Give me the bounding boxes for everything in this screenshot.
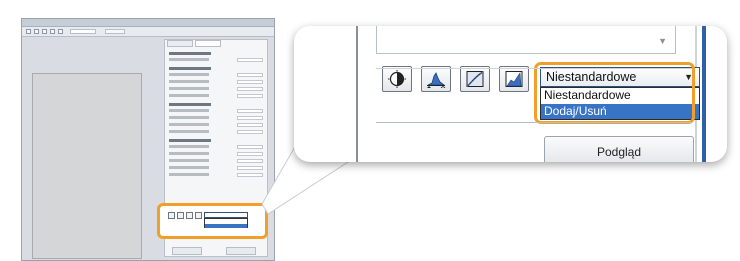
toolbar-field[interactable] bbox=[105, 29, 125, 34]
setting-label bbox=[169, 123, 209, 126]
section-divider bbox=[376, 122, 692, 123]
setting-label bbox=[169, 130, 209, 133]
panel-edge bbox=[356, 26, 358, 162]
toolbar-button[interactable] bbox=[50, 29, 55, 34]
setting-value[interactable] bbox=[237, 109, 263, 113]
setting-label bbox=[169, 80, 209, 83]
preview-button-label: Podgląd bbox=[596, 145, 642, 159]
mini-scan-button[interactable] bbox=[226, 247, 256, 255]
setting-label bbox=[169, 145, 209, 148]
section-heading bbox=[169, 67, 211, 70]
panel-edge bbox=[702, 26, 706, 162]
toolbar-button[interactable] bbox=[42, 29, 47, 34]
tab-advanced[interactable] bbox=[195, 40, 221, 47]
setting-label bbox=[169, 116, 209, 119]
setting-label bbox=[169, 94, 209, 97]
setting-value[interactable] bbox=[237, 87, 263, 91]
toolbar-field[interactable] bbox=[70, 29, 96, 34]
mini-preview-button[interactable] bbox=[172, 247, 202, 255]
setting-label bbox=[169, 173, 209, 176]
final-review-icon[interactable] bbox=[499, 66, 529, 92]
mini-selected-option[interactable] bbox=[205, 224, 247, 228]
setting-value[interactable] bbox=[237, 130, 263, 134]
tab-basic[interactable] bbox=[167, 40, 193, 47]
chevron-down-icon[interactable]: ▼ bbox=[658, 36, 667, 46]
preview-area bbox=[32, 73, 142, 259]
tone-curve-icon[interactable] bbox=[460, 66, 490, 92]
toolbar-button[interactable] bbox=[58, 29, 63, 34]
setting-label bbox=[169, 87, 209, 90]
section-heading bbox=[169, 103, 211, 106]
settings-field[interactable]: ▼ bbox=[376, 26, 676, 54]
setting-value[interactable] bbox=[237, 116, 263, 120]
histogram-icon[interactable] bbox=[421, 66, 451, 92]
mini-highlight-frame bbox=[157, 203, 268, 239]
mini-brightness-icon[interactable] bbox=[168, 212, 175, 219]
setting-value[interactable] bbox=[237, 123, 263, 127]
setting-value[interactable] bbox=[237, 94, 263, 98]
window-titlebar bbox=[22, 19, 274, 27]
setting-value[interactable] bbox=[237, 159, 263, 163]
mini-dropdown-list[interactable] bbox=[204, 218, 248, 228]
setting-label bbox=[169, 58, 209, 61]
brightness-contrast-icon[interactable] bbox=[382, 66, 412, 92]
preview-button[interactable]: Podgląd bbox=[544, 136, 694, 162]
setting-value[interactable] bbox=[237, 73, 263, 77]
setting-value[interactable] bbox=[237, 152, 263, 156]
magnified-callout: ▼ Niestandardowe ▼ Niestandardowe Dodaj/… bbox=[294, 26, 727, 162]
setting-label bbox=[169, 73, 209, 76]
setting-label bbox=[169, 166, 209, 169]
setting-label bbox=[169, 152, 209, 155]
section-heading bbox=[169, 52, 211, 55]
setting-value[interactable] bbox=[237, 80, 263, 84]
toolbar bbox=[22, 27, 274, 37]
section-heading bbox=[169, 139, 211, 142]
section-divider bbox=[376, 68, 692, 69]
toolbar-button[interactable] bbox=[34, 29, 39, 34]
highlight-frame bbox=[534, 62, 695, 124]
setting-value[interactable] bbox=[237, 166, 263, 170]
mini-histogram-icon[interactable] bbox=[177, 212, 184, 219]
setting-label bbox=[169, 159, 209, 162]
setting-value[interactable] bbox=[237, 58, 263, 62]
setting-value[interactable] bbox=[237, 173, 263, 177]
setting-value[interactable] bbox=[237, 145, 263, 149]
setting-label bbox=[169, 109, 209, 112]
toolbar-button[interactable] bbox=[26, 29, 31, 34]
mini-final-review-icon[interactable] bbox=[195, 212, 202, 219]
mini-tone-curve-icon[interactable] bbox=[186, 212, 193, 219]
